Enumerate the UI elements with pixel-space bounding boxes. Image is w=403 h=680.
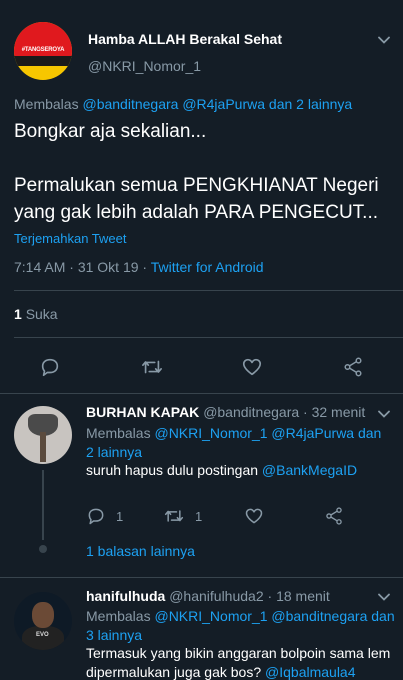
reply-author-handle: @hanifulhuda2 bbox=[169, 588, 264, 604]
reply-text: suruh hapus dulu postingan @BankMegaID bbox=[86, 461, 391, 480]
avatar-text: #TANGSEROYA bbox=[21, 47, 65, 53]
show-more-replies-link[interactable]: 1 balasan lainnya bbox=[86, 543, 195, 559]
like-icon bbox=[242, 358, 262, 376]
reply-button[interactable] bbox=[39, 356, 61, 378]
share-icon bbox=[344, 357, 362, 377]
mention-link[interactable]: @banditnegara bbox=[82, 96, 178, 112]
like-button[interactable] bbox=[241, 356, 263, 378]
like-label: Suka bbox=[25, 306, 58, 322]
reply-text: Termasuk yang bikin anggaran bolpoin sam… bbox=[86, 644, 396, 680]
share-button[interactable] bbox=[324, 506, 344, 526]
replying-to: Membalas @NKRI_Nomor_1 @R4jaPurwa dan 2 … bbox=[86, 424, 386, 462]
chevron-down-icon[interactable] bbox=[377, 407, 391, 421]
replying-to: Membalas @NKRI_Nomor_1 @banditnegara dan… bbox=[86, 607, 396, 645]
tweet-meta: 7:14 AM · 31 Okt 19 · Twitter for Androi… bbox=[14, 259, 264, 275]
reply-author-name: hanifulhuda bbox=[86, 588, 166, 604]
reply-author-name: BURHAN KAPAK bbox=[86, 404, 200, 420]
mention-link[interactable]: @NKRI_Nomor_1 @banditnegara bbox=[154, 608, 367, 624]
reply-time: 18 menit bbox=[276, 588, 330, 604]
reply-text-body: dipermalukan juga gak bos? bbox=[86, 664, 266, 680]
author-handle[interactable]: @NKRI_Nomor_1 bbox=[88, 58, 201, 74]
main-tweet-header: #TANGSEROYA Hamba ALLAH Berakal Sehat @N… bbox=[0, 0, 403, 96]
reply-time: 32 menit bbox=[311, 404, 366, 420]
like-count: 1 bbox=[14, 306, 22, 322]
mention-link[interactable]: @R4jaPurwa bbox=[182, 96, 265, 112]
thread-line bbox=[42, 470, 44, 540]
mention-link[interactable]: @BankMegaID bbox=[262, 462, 357, 478]
reply-count: 1 bbox=[116, 508, 124, 524]
like-stats[interactable]: 1 Suka bbox=[14, 306, 58, 322]
retweet-icon bbox=[142, 360, 162, 374]
tweet-text-line: Permalukan semua PENGKHIANAT Negeri yang… bbox=[14, 175, 379, 223]
chevron-down-icon[interactable] bbox=[377, 33, 391, 47]
reply-text-line: dipermalukan juga gak bos? @Iqbalmaula4 bbox=[86, 663, 396, 680]
reply-text-body: suruh hapus dulu postingan bbox=[86, 462, 262, 478]
reply-prefix: Membalas bbox=[86, 608, 151, 624]
tweet-detail-screen: #TANGSEROYA Hamba ALLAH Berakal Sehat @N… bbox=[0, 0, 403, 680]
retweet-button[interactable] bbox=[140, 356, 164, 378]
tweet-source-link[interactable]: Twitter for Android bbox=[151, 259, 264, 275]
reply-prefix: Membalas bbox=[86, 425, 151, 441]
tweet-date: 31 Okt 19 bbox=[77, 259, 139, 275]
like-button[interactable] bbox=[244, 506, 264, 526]
retweet-icon bbox=[164, 510, 184, 522]
chevron-down-icon[interactable] bbox=[377, 590, 391, 604]
author-name[interactable]: Hamba ALLAH Berakal Sehat bbox=[88, 31, 282, 47]
divider bbox=[0, 393, 403, 394]
reply-prefix: Membalas bbox=[14, 96, 79, 112]
tweet-text-line: Bongkar aja sekalian... bbox=[14, 121, 207, 142]
author-avatar[interactable]: #TANGSEROYA bbox=[14, 22, 72, 80]
like-icon bbox=[245, 508, 263, 524]
reply-avatar[interactable] bbox=[14, 406, 72, 464]
reply-header[interactable]: BURHAN KAPAK @banditnegara · 32 menit bbox=[86, 404, 365, 420]
retweet-button[interactable]: 1 bbox=[163, 506, 202, 526]
divider bbox=[0, 577, 403, 578]
reply-author-handle: @banditnegara bbox=[203, 404, 300, 420]
divider bbox=[14, 337, 403, 338]
mention-link[interactable]: @Iqbalmaula4 bbox=[265, 664, 356, 680]
reply-text-line: Termasuk yang bikin anggaran bolpoin sam… bbox=[86, 645, 391, 661]
avatar-text: EVO bbox=[36, 632, 49, 638]
reply-header[interactable]: hanifulhuda @hanifulhuda2 · 18 menit bbox=[86, 588, 330, 604]
share-icon bbox=[326, 507, 342, 525]
reply-button[interactable]: 1 bbox=[86, 506, 123, 526]
reply-avatar[interactable]: EVO bbox=[14, 592, 72, 650]
reply-icon bbox=[88, 508, 104, 525]
replying-to: Membalas @banditnegara @R4jaPurwa dan 2 … bbox=[14, 96, 352, 112]
translate-tweet-link[interactable]: Terjemahkan Tweet bbox=[14, 231, 127, 246]
divider bbox=[14, 290, 403, 291]
tweet-time: 7:14 AM bbox=[14, 259, 66, 275]
reply-icon bbox=[41, 358, 59, 377]
retweet-count: 1 bbox=[195, 508, 203, 524]
share-button[interactable] bbox=[342, 356, 364, 378]
thread-dot bbox=[39, 545, 47, 553]
mention-link[interactable]: @NKRI_Nomor_1 @R4jaPurwa bbox=[154, 425, 354, 441]
more-mentions-link[interactable]: dan 2 lainnya bbox=[269, 96, 352, 112]
